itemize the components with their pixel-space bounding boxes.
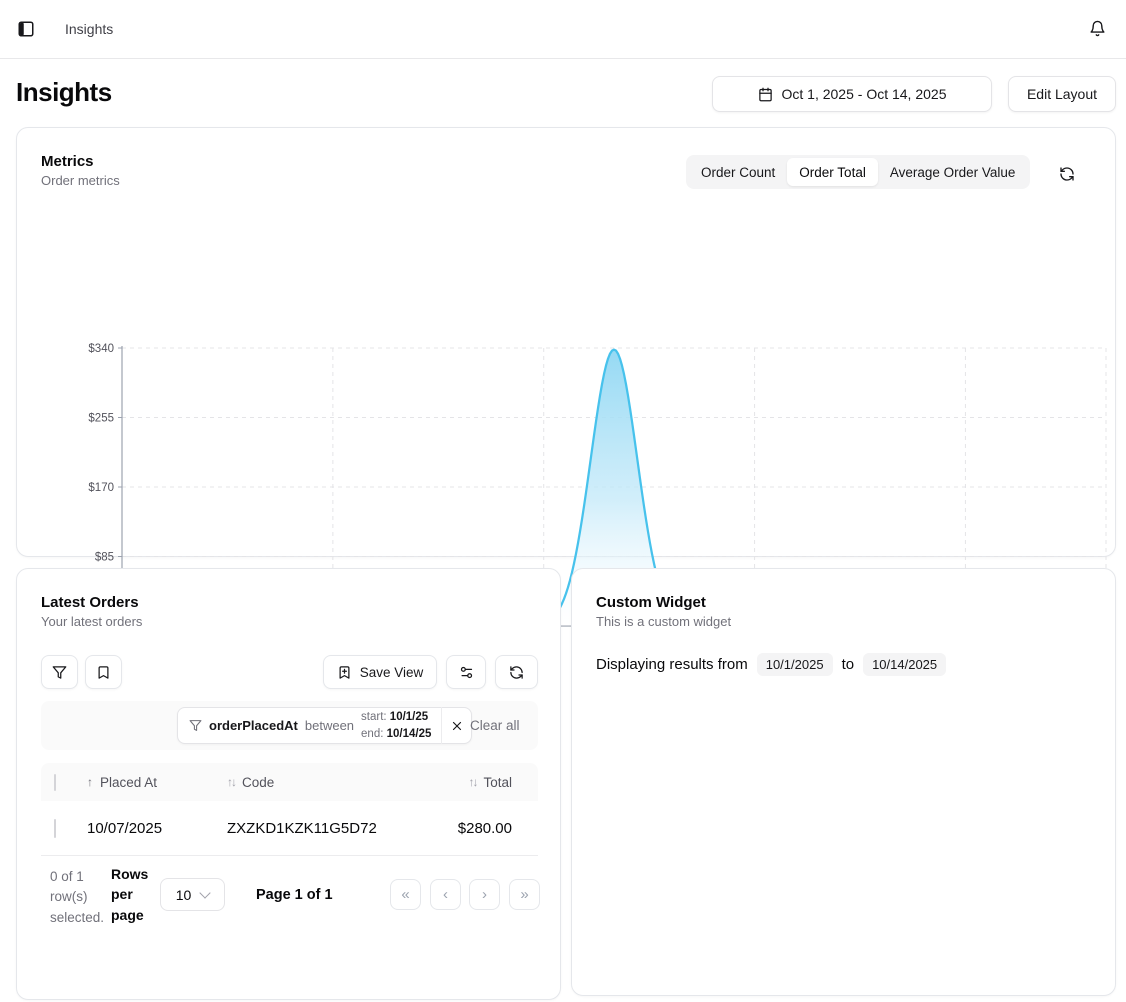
chevron-right-icon: › [482,886,487,903]
sort-icon: ↑↓ [468,775,476,789]
edit-layout-button[interactable]: Edit Layout [1008,76,1116,112]
custom-widget-body: Displaying results from 10/1/2025 to 10/… [596,653,946,676]
active-filters-bar: orderPlacedAt between start: 10/1/25 end… [41,701,538,750]
save-view-button[interactable]: Save View [323,655,437,689]
save-view-label: Save View [360,665,424,680]
tab-average-order-value[interactable]: Average Order Value [878,158,1028,186]
cell-total: $280.00 [422,820,538,837]
row-checkbox[interactable] [54,819,56,838]
column-header-code[interactable]: ↑↓ Code [225,775,422,790]
date-range-button[interactable]: Oct 1, 2025 - Oct 14, 2025 [712,76,992,112]
view-options-button[interactable] [446,655,486,689]
insights-page: Insights Insights Oct 1, 2025 - Oct 14, … [0,0,1126,1002]
custom-widget-title: Custom Widget [596,594,706,611]
next-page-button[interactable]: › [469,879,500,910]
sidebar-toggle-button[interactable] [12,15,40,43]
tab-order-count[interactable]: Order Count [689,158,787,186]
table-header-row: ↑ Placed At ↑↓ Code ↑↓ Total [41,763,538,801]
chevrons-left-icon: « [401,886,409,903]
panel-left-icon [17,20,35,38]
filter-button[interactable] [41,655,78,689]
previous-page-button[interactable]: ‹ [430,879,461,910]
latest-orders-subtitle: Your latest orders [41,614,142,629]
metric-tabs: Order Count Order Total Average Order Va… [686,155,1030,189]
page-indicator: Page 1 of 1 [256,878,333,911]
calendar-icon [758,87,773,102]
metrics-title: Metrics [41,153,94,170]
chevrons-right-icon: » [520,886,528,903]
table-row: 10/07/2025 ZXZKD1KZK11G5D72 $280.00 [41,801,538,856]
table-refresh-button[interactable] [495,655,538,689]
page-title: Insights [16,77,112,108]
custom-widget-card: Custom Widget This is a custom widget Di… [571,568,1116,996]
sort-icon: ↑↓ [227,775,235,789]
chevron-down-icon [200,887,211,898]
breadcrumb: Insights [65,21,113,37]
rows-per-page-value: 10 [176,887,192,903]
to-date-chip: 10/14/2025 [863,653,946,676]
metrics-refresh-button[interactable] [1055,162,1079,186]
chevron-left-icon: ‹ [443,886,448,903]
svg-text:$170: $170 [88,482,114,494]
to-word: to [842,656,855,673]
refresh-icon [1059,166,1075,182]
cell-code: ZXZKD1KZK11G5D72 [225,820,422,837]
date-range-label: Oct 1, 2025 - Oct 14, 2025 [782,86,947,102]
x-icon [450,719,464,733]
orders-table: ↑ Placed At ↑↓ Code ↑↓ Total 10/07/2025 … [41,763,538,856]
bookmark-plus-icon [337,665,352,680]
saved-views-button[interactable] [85,655,122,689]
svg-text:$255: $255 [88,413,114,425]
first-page-button[interactable]: « [390,879,421,910]
bell-icon [1089,20,1106,37]
rows-per-page-select[interactable]: 10 [160,878,225,911]
rows-per-page-label: Rows per page [111,864,161,925]
last-page-button[interactable]: » [509,879,540,910]
pagination: 0 of 1 row(s) selected. Rows per page 10… [41,857,538,927]
selected-rows-note: 0 of 1 row(s) selected. [50,867,112,928]
tab-order-total[interactable]: Order Total [787,158,878,186]
select-all-checkbox[interactable] [54,774,56,791]
svg-text:$85: $85 [95,552,114,564]
funnel-icon [189,719,202,732]
custom-widget-subtitle: This is a custom widget [596,614,731,629]
bookmark-icon [96,665,111,680]
notifications-button[interactable] [1083,14,1111,42]
remove-filter-button[interactable] [441,707,471,744]
filter-field: orderPlacedAt [209,718,298,733]
results-prefix: Displaying results from [596,656,748,673]
column-header-total[interactable]: ↑↓ Total [422,775,538,790]
edit-layout-label: Edit Layout [1027,86,1097,102]
filter-range: start: 10/1/25 end: 10/14/25 [361,709,431,742]
svg-text:$340: $340 [88,343,114,355]
column-header-placed-at[interactable]: ↑ Placed At [85,775,225,790]
filter-chip-order-placed-at[interactable]: orderPlacedAt between start: 10/1/25 end… [177,707,472,744]
metrics-subtitle: Order metrics [41,173,120,188]
metrics-card: Metrics Order metrics Order Count Order … [16,127,1116,557]
funnel-icon [52,665,67,680]
clear-all-button[interactable]: Clear all [470,701,520,750]
sliders-icon [459,665,474,680]
cell-placed-at: 10/07/2025 [85,820,225,837]
refresh-icon [509,665,524,680]
filter-operator: between [305,718,354,733]
sort-asc-icon: ↑ [87,775,93,789]
topbar: Insights [0,0,1126,59]
latest-orders-card: Latest Orders Your latest orders Save Vi… [16,568,561,1000]
from-date-chip: 10/1/2025 [757,653,833,676]
latest-orders-title: Latest Orders [41,594,139,611]
